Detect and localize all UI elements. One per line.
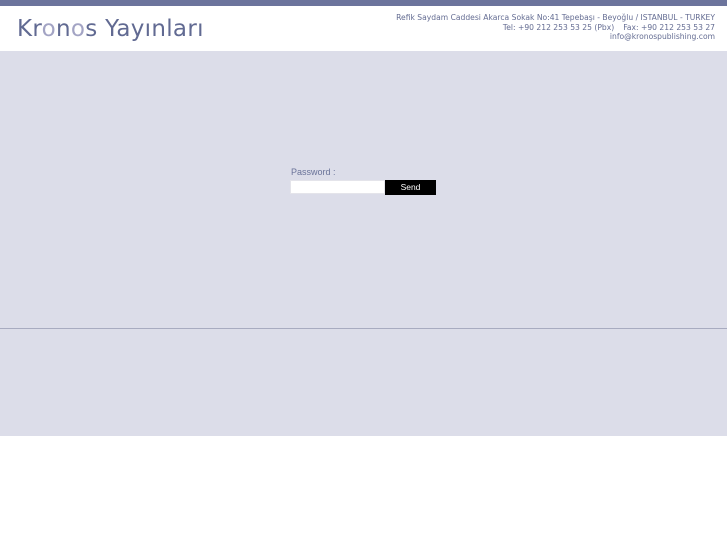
logo-text-n: n [56, 16, 71, 42]
send-button[interactable]: Send [385, 180, 436, 195]
phone-line: Tel: +90 212 253 53 25 (Pbx) Fax: +90 212… [396, 23, 715, 33]
password-label: Password : [291, 167, 336, 177]
site-logo[interactable]: Kronos Yayınları [17, 16, 204, 42]
password-input[interactable] [290, 180, 385, 194]
logo-text-o2: o [70, 16, 86, 42]
lower-panel [0, 329, 727, 436]
tel-text: Tel: +90 212 253 53 25 (Pbx) [502, 22, 615, 32]
email-link[interactable]: info@kronospublishing.com [396, 32, 715, 42]
header: Kronos Yayınları Refik Saydam Caddesi Ak… [0, 6, 727, 51]
fax-text: Fax: +90 212 253 53 27 [623, 22, 715, 32]
logo-text-kr: Kr [17, 16, 42, 42]
logo-text-rest: s Yayınları [85, 16, 204, 42]
logo-text-o1: o [41, 16, 57, 42]
address-text: Refik Saydam Caddesi Akarca Sokak No:41 … [396, 13, 715, 22]
contact-info: Refik Saydam Caddesi Akarca Sokak No:41 … [396, 13, 715, 42]
